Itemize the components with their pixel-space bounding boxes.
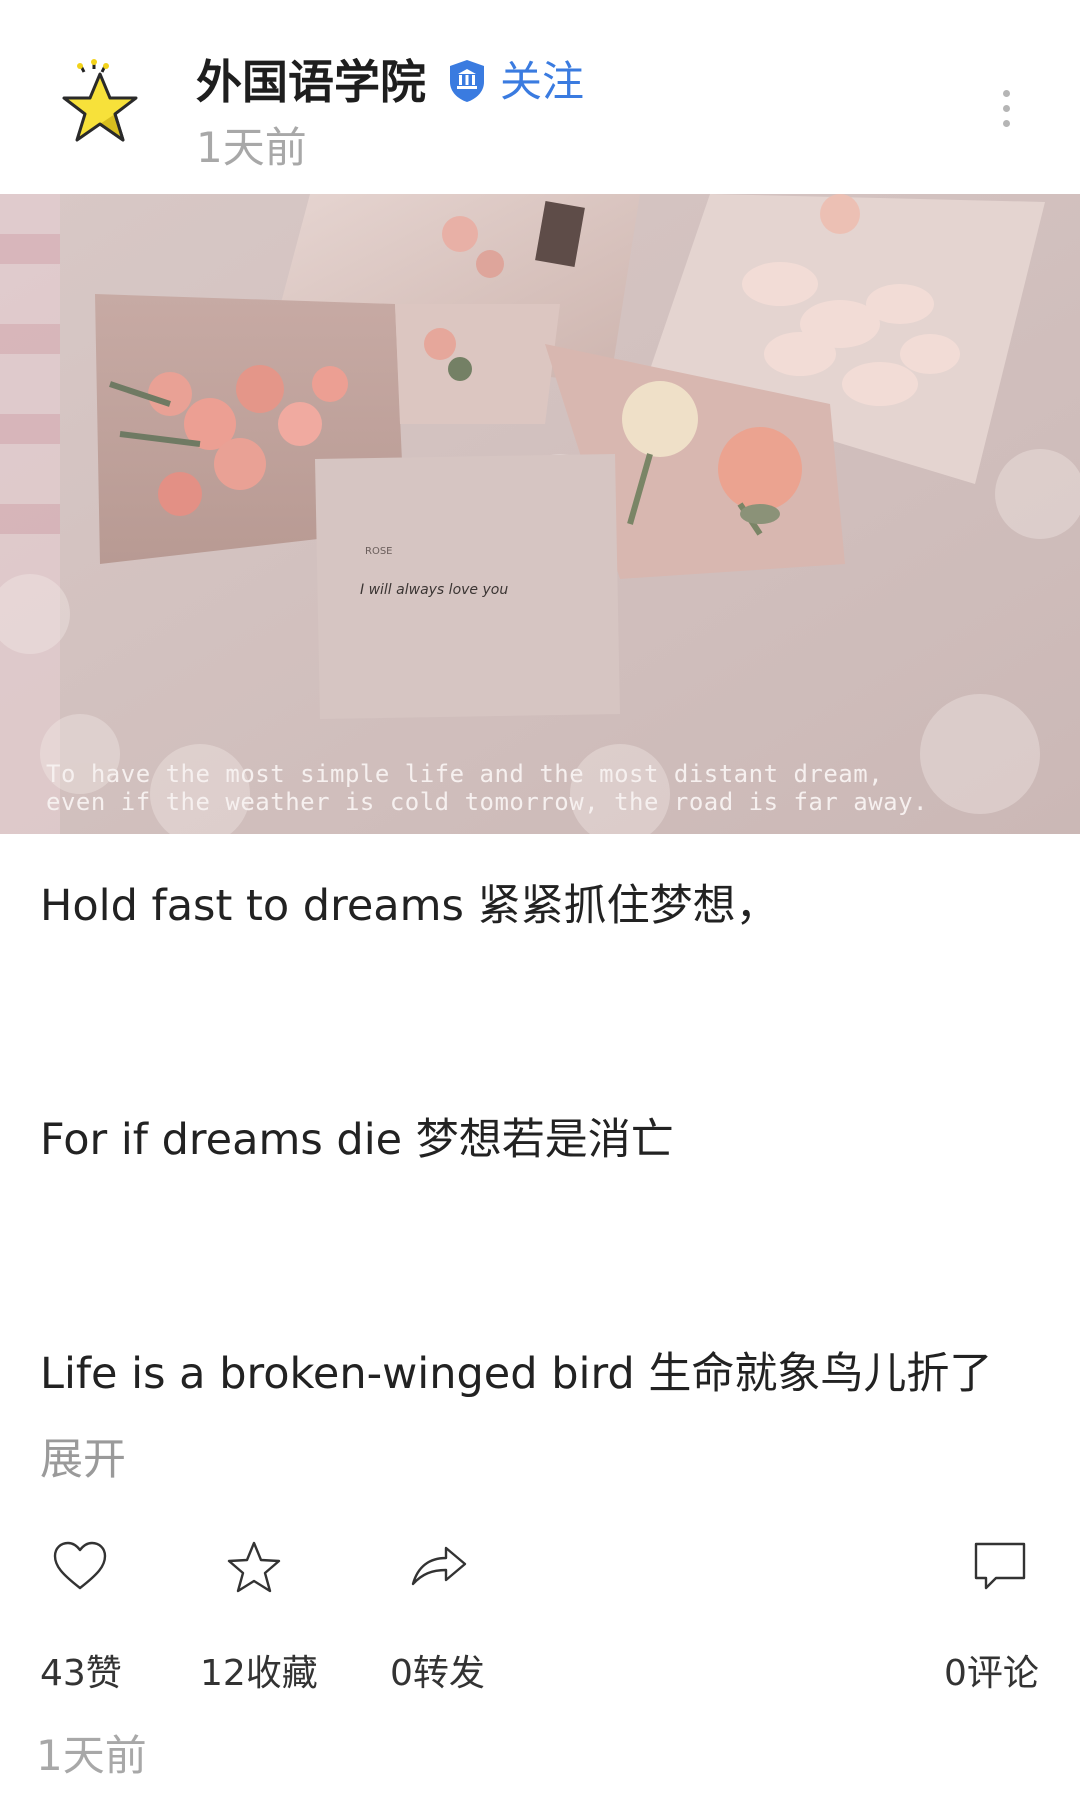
post-image[interactable]: ROSE I will always love you To have the … [0,194,1080,834]
post-time: 1天前 [196,123,307,172]
heart-icon [53,1541,107,1590]
like-count[interactable]: 43赞 [40,1644,122,1704]
svg-text:ROSE: ROSE [365,546,393,557]
follow-button[interactable]: 关注 [500,52,584,112]
card-note: I will always love you [360,582,508,598]
favorite-button[interactable] [175,1540,335,1600]
star-outline-icon [227,1541,281,1593]
image-caption: To have the most simple life and the mos… [46,760,928,816]
author-name[interactable]: 外国语学院 [196,50,426,114]
star-icon [62,59,138,142]
comment-count[interactable]: 0评论 [944,1644,1039,1704]
image-caption-line-1: To have the most simple life and the mos… [46,760,884,788]
share-count[interactable]: 0转发 [390,1644,485,1704]
post-photo: ROSE I will always love you [0,194,1080,834]
more-vertical-icon[interactable] [990,90,1022,134]
verified-institution-icon [446,58,488,104]
share-button[interactable] [360,1540,520,1600]
comment-icon [974,1542,1026,1590]
post-text-line-2: For if dreams die 梦想若是消亡 [40,1115,674,1165]
like-button[interactable] [0,1540,160,1600]
share-arrow-icon [411,1546,467,1586]
post-text-line-1: Hold fast to dreams 紧紧抓住梦想， [40,881,779,931]
image-caption-line-2: even if the weather is cold tomorrow, th… [46,788,929,816]
comment-button[interactable] [920,1540,1080,1600]
post-header: 外国语学院 关注 1天前 [0,0,1080,194]
expand-link[interactable]: 展开 [40,1430,126,1490]
post-text-line-3: Life is a broken-winged bird 生命就象鸟儿折了 [40,1349,993,1399]
favorite-count[interactable]: 12收藏 [200,1644,318,1704]
footer-time: 1天前 [36,1731,147,1780]
avatar[interactable] [60,58,156,154]
